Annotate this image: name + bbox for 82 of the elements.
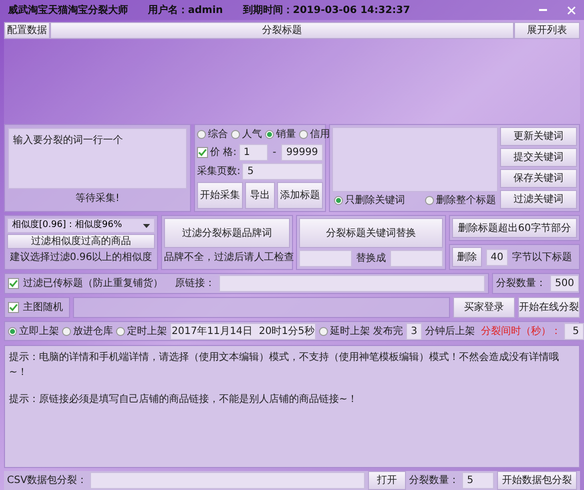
input-field[interactable] — [299, 250, 352, 267]
radio-button[interactable] — [265, 130, 274, 139]
delete-button[interactable]: 删除 — [452, 247, 482, 267]
action-button[interactable]: 买家登录 — [453, 297, 515, 318]
tip-text: 提示：原链接必须是填写自己店铺的商品链接，不能是别人店铺的商品链接~！ — [9, 392, 358, 407]
radio-label: 综合 — [208, 128, 228, 142]
trim-length-button[interactable]: 删除标题超出60字节部分 — [452, 218, 577, 238]
label: 发布完 — [373, 324, 403, 338]
username: 用户名：admin — [148, 3, 223, 18]
input-field[interactable]: 3 — [406, 322, 422, 340]
filter-brand-button[interactable]: 过滤分裂标题品牌词 — [164, 218, 290, 248]
start-package-split-button[interactable]: 开始数据包分裂 — [497, 471, 577, 490]
radio-button[interactable] — [116, 326, 125, 336]
label: CSV数据包分裂： — [7, 474, 88, 488]
collect-action-button[interactable]: 导出 — [245, 182, 275, 209]
radio-label: 延时上架 — [330, 324, 370, 338]
open-button[interactable]: 打开 — [368, 471, 406, 490]
label: 原链接： — [175, 276, 215, 291]
status-text: 等待采集! — [74, 192, 120, 206]
input-field[interactable]: 99999 — [281, 144, 323, 161]
action-button[interactable]: 开始在线分裂 — [518, 297, 580, 318]
window-title: 威武淘宝天猫淘宝分裂大师 — [8, 3, 128, 18]
keyword-action-button[interactable]: 更新关键词 — [500, 127, 577, 146]
radio-label: 只删除关键词 — [345, 194, 405, 208]
input-field[interactable]: 1 — [238, 144, 268, 161]
collect-action-button[interactable]: 添加标题 — [277, 182, 323, 209]
collect-action-button[interactable]: 开始采集 — [197, 182, 243, 209]
close-icon[interactable] — [567, 6, 576, 14]
radio-label: 销量 — [276, 128, 296, 142]
radio-button[interactable] — [197, 130, 206, 139]
config-button[interactable]: 配置数据 — [4, 22, 50, 39]
tip-text: 提示：电脑的详情和手机端详情，请选择（使用文本编辑）模式，不支持（使用神笔模板编辑）模式！不然会造成没有详情哦~！ — [9, 350, 560, 380]
label: 分裂数量： — [496, 276, 546, 291]
text-field[interactable] — [73, 297, 450, 318]
expiry-time: 到期时间：2019-03-06 14:32:37 — [242, 4, 410, 18]
hint-text: 建议选择过滤0.96以上的相似度 — [8, 250, 154, 265]
similarity-dropdown[interactable]: 相似度[0.96]：相似度96% — [7, 218, 155, 233]
checkbox[interactable] — [197, 147, 208, 158]
input-field[interactable]: 5 — [242, 163, 323, 180]
radio-label: 立即上架 — [19, 324, 59, 338]
radio-button[interactable] — [319, 326, 328, 336]
radio-button[interactable] — [299, 130, 308, 139]
keyword-list[interactable] — [332, 127, 498, 192]
label: 分裂间时（秒）： — [481, 324, 561, 338]
label: 分钟后上架 — [425, 324, 475, 338]
filter-similarity-button[interactable]: 过滤相似度过高的商品 — [7, 234, 155, 249]
datetime-field[interactable]: 2017年11月14日 20时1分5秒 — [170, 322, 316, 340]
expand-list-button[interactable]: 展开列表 — [514, 22, 580, 39]
radio-button[interactable] — [8, 326, 17, 336]
radio-button[interactable] — [334, 196, 343, 205]
checkbox[interactable] — [8, 302, 19, 313]
caret-icon — [143, 224, 150, 228]
radio-button[interactable] — [425, 196, 434, 205]
keywords-input[interactable]: 输入要分裂的词一行一个 — [8, 128, 187, 189]
split-title-tab[interactable]: 分裂标题 — [50, 22, 514, 39]
radio-button[interactable] — [62, 326, 71, 336]
link-input[interactable] — [219, 275, 485, 292]
label: 价 格: — [210, 146, 237, 160]
radio-label: 定时上架 — [127, 324, 167, 338]
label: 替换成 — [356, 252, 386, 266]
keyword-action-button[interactable]: 提交关键词 — [500, 148, 577, 167]
radio-label: 人气 — [242, 128, 262, 142]
label: 采集页数: — [197, 164, 240, 179]
radio-label: 删除整个标题 — [436, 194, 496, 208]
keyword-action-button[interactable]: 过滤关键词 — [500, 190, 577, 209]
radio-label: 信用 — [310, 128, 330, 142]
label: 字节以下标题 — [512, 250, 572, 264]
input-field[interactable]: 40 — [486, 248, 508, 266]
csv-path-input[interactable] — [90, 472, 365, 489]
label: 分裂数量： — [409, 474, 459, 488]
input-field[interactable]: 5 — [564, 322, 584, 340]
keyword-action-button[interactable]: 保存关键词 — [500, 169, 577, 188]
label: - — [272, 146, 278, 160]
input-field[interactable] — [390, 250, 443, 267]
input-field[interactable]: 5 — [462, 472, 494, 489]
checkbox[interactable] — [8, 278, 19, 289]
label: 过滤已传标题（防止重复铺货） — [23, 276, 163, 291]
label: 主图随机 — [23, 300, 63, 315]
radio-button[interactable] — [231, 130, 240, 139]
radio-label: 放进仓库 — [73, 324, 113, 338]
input-field[interactable]: 500 — [550, 275, 580, 292]
replace-keyword-button[interactable]: 分裂标题关键词替换 — [299, 218, 443, 248]
